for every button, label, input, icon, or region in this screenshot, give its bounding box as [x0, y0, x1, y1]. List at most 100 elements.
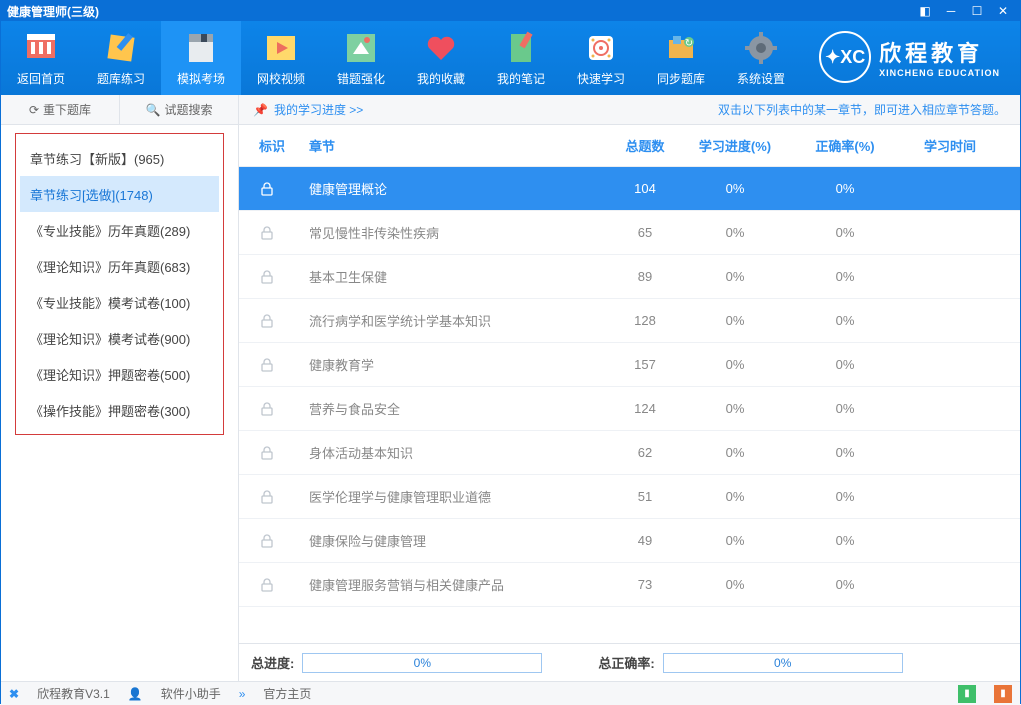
total-accuracy-label: 总正确率: [598, 653, 654, 672]
sidebar-item-3[interactable]: 《理论知识》历年真题(683) [20, 248, 219, 284]
cell-accuracy: 0% [790, 225, 900, 240]
brand-logo: ✦XC 欣程教育 XINCHENG EDUCATION [819, 31, 1000, 83]
chevron-right-icon: » [239, 687, 246, 701]
cell-total: 65 [610, 225, 680, 240]
hint-text: 双击以下列表中的某一章节，即可进入相应章节答题。 [718, 101, 1006, 118]
table-row[interactable]: 营养与食品安全1240%0% [239, 387, 1020, 431]
svg-text:↻: ↻ [685, 38, 693, 49]
nav-icon-9 [743, 30, 779, 66]
header-total: 总题数 [610, 136, 680, 155]
cell-total: 89 [610, 269, 680, 284]
lock-icon [259, 313, 309, 329]
sidebar-item-4[interactable]: 《专业技能》模考试卷(100) [20, 284, 219, 320]
header-time: 学习时间 [900, 136, 1000, 155]
brand-logo-icon: ✦XC [819, 31, 871, 83]
helper-icon: 👤 [128, 687, 143, 701]
nav-icon-3 [263, 30, 299, 66]
nav-item-9[interactable]: 系统设置 [721, 21, 801, 95]
cell-accuracy: 0% [790, 445, 900, 460]
helper-link[interactable]: 软件小助手 [161, 685, 221, 702]
maximize-icon[interactable]: ☐ [966, 3, 988, 19]
app-version: 欣程教育V3.1 [37, 685, 110, 702]
reload-database-button[interactable]: ⟳ 重下题库 [1, 95, 120, 124]
nav-icon-7 [583, 30, 619, 66]
header-flag: 标识 [259, 136, 309, 155]
table-row[interactable]: 医学伦理学与健康管理职业道德510%0% [239, 475, 1020, 519]
cell-total: 73 [610, 577, 680, 592]
sidebar-item-5[interactable]: 《理论知识》模考试卷(900) [20, 320, 219, 356]
lock-icon [259, 401, 309, 417]
nav-item-4[interactable]: 错题强化 [321, 21, 401, 95]
close-app-icon[interactable]: ✖ [9, 687, 19, 701]
lock-icon [259, 533, 309, 549]
table-row[interactable]: 基本卫生保健890%0% [239, 255, 1020, 299]
cell-total: 157 [610, 357, 680, 372]
chart-icon[interactable]: ▮ [994, 685, 1012, 703]
cell-total: 51 [610, 489, 680, 504]
my-progress-link[interactable]: 📌 我的学习进度 >> [253, 101, 363, 118]
cell-total: 124 [610, 401, 680, 416]
table-row[interactable]: 健康管理服务营销与相关健康产品730%0% [239, 563, 1020, 607]
titlebar: 健康管理师(三级) ◧ ─ ☐ ✕ [1, 1, 1020, 21]
lock-icon [259, 269, 309, 285]
nav-item-8[interactable]: ↻同步题库 [641, 21, 721, 95]
lock-icon [259, 489, 309, 505]
lock-icon [259, 357, 309, 373]
lock-icon [259, 225, 309, 241]
nav-icon-4 [343, 30, 379, 66]
summary-bar: 总进度: 0% 总正确率: 0% [239, 643, 1020, 681]
table-row[interactable]: 健康教育学1570%0% [239, 343, 1020, 387]
cell-accuracy: 0% [790, 489, 900, 504]
pin-icon: 📌 [253, 103, 268, 117]
table-row[interactable]: 流行病学和医学统计学基本知识1280%0% [239, 299, 1020, 343]
table-row[interactable]: 身体活动基本知识620%0% [239, 431, 1020, 475]
cell-chapter: 常见慢性非传染性疾病 [309, 223, 610, 242]
cell-chapter: 健康教育学 [309, 355, 610, 374]
table-header: 标识 章节 总题数 学习进度(%) 正确率(%) 学习时间 [239, 125, 1020, 167]
cell-accuracy: 0% [790, 181, 900, 196]
pin-icon[interactable]: ◧ [914, 3, 936, 19]
nav-icon-5 [423, 30, 459, 66]
cell-total: 104 [610, 181, 680, 196]
official-home-link[interactable]: 官方主页 [263, 685, 311, 702]
stats-icon[interactable]: ▮ [958, 685, 976, 703]
cell-chapter: 健康保险与健康管理 [309, 531, 610, 550]
cell-accuracy: 0% [790, 357, 900, 372]
cell-progress: 0% [680, 401, 790, 416]
header-chapter: 章节 [309, 136, 610, 155]
cell-progress: 0% [680, 577, 790, 592]
sidebar-item-0[interactable]: 章节练习【新版】(965) [20, 140, 219, 176]
cell-total: 49 [610, 533, 680, 548]
nav-item-6[interactable]: 我的笔记 [481, 21, 561, 95]
close-icon[interactable]: ✕ [992, 3, 1014, 19]
nav-item-1[interactable]: 题库练习 [81, 21, 161, 95]
lock-icon [259, 577, 309, 593]
main-area: 章节练习【新版】(965)章节练习[选做](1748)《专业技能》历年真题(28… [1, 125, 1020, 681]
secondary-toolbar: ⟳ 重下题库 🔍 试题搜索 📌 我的学习进度 >> 双击以下列表中的某一章节，即… [1, 95, 1020, 125]
table-row[interactable]: 常见慢性非传染性疾病650%0% [239, 211, 1020, 255]
brand-sub: XINCHENG EDUCATION [879, 68, 1000, 78]
lock-icon [259, 181, 309, 197]
table-row[interactable]: 健康保险与健康管理490%0% [239, 519, 1020, 563]
cell-chapter: 流行病学和医学统计学基本知识 [309, 311, 610, 330]
nav-item-2[interactable]: 模拟考场 [161, 21, 241, 95]
sidebar-item-6[interactable]: 《理论知识》押题密卷(500) [20, 356, 219, 392]
sidebar-item-7[interactable]: 《操作技能》押题密卷(300) [20, 392, 219, 428]
cell-total: 128 [610, 313, 680, 328]
nav-item-0[interactable]: 返回首页 [1, 21, 81, 95]
cell-chapter: 健康管理概论 [309, 179, 610, 198]
cell-progress: 0% [680, 225, 790, 240]
nav-item-5[interactable]: 我的收藏 [401, 21, 481, 95]
total-progress-bar: 0% [302, 653, 542, 673]
search-questions-button[interactable]: 🔍 试题搜索 [120, 95, 238, 124]
table-row[interactable]: 健康管理概论1040%0% [239, 167, 1020, 211]
cell-progress: 0% [680, 357, 790, 372]
sidebar-item-1[interactable]: 章节练习[选做](1748) [20, 176, 219, 212]
minimize-icon[interactable]: ─ [940, 3, 962, 19]
sidebar-item-2[interactable]: 《专业技能》历年真题(289) [20, 212, 219, 248]
nav-item-3[interactable]: 网校视频 [241, 21, 321, 95]
refresh-icon: ⟳ [29, 103, 39, 117]
cell-accuracy: 0% [790, 577, 900, 592]
cell-chapter: 医学伦理学与健康管理职业道德 [309, 487, 610, 506]
nav-item-7[interactable]: 快速学习 [561, 21, 641, 95]
